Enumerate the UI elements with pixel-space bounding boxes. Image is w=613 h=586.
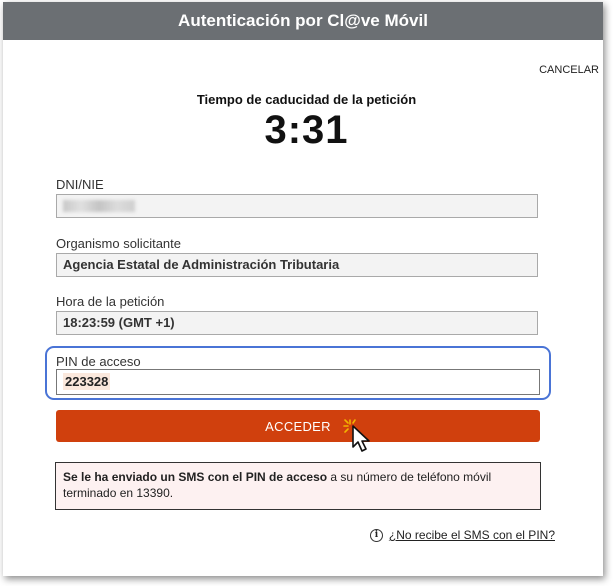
pin-input[interactable]: 223328 [56, 369, 540, 395]
acceder-label: ACCEDER [265, 418, 331, 434]
timer-value: 3:31 [264, 108, 349, 152]
timer-label: Tiempo de caducidad de la petición [196, 92, 417, 107]
acceder-button[interactable]: ACCEDER [56, 410, 540, 442]
window-title: Autenticación por Cl@ve Móvil [178, 11, 428, 30]
hora-field: 18:23:59 (GMT +1) [56, 311, 538, 335]
organismo-field: Agencia Estatal de Administración Tribut… [56, 253, 538, 277]
window-titlebar: Autenticación por Cl@ve Móvil [3, 2, 603, 40]
dni-field[interactable] [56, 194, 538, 218]
dni-label: DNI/NIE [56, 177, 104, 192]
info-icon: i [369, 528, 383, 542]
pointer-cursor-icon [343, 419, 370, 452]
hora-label: Hora de la petición [56, 294, 165, 309]
sms-notice-bold: Se le ha enviado un SMS con el PIN de ac… [63, 470, 328, 484]
cancel-link[interactable]: CANCELAR [539, 64, 599, 76]
sms-notice: Se le ha enviado un SMS con el PIN de ac… [55, 462, 541, 510]
help-sms-link[interactable]: i ¿No recibe el SMS con el PIN? [369, 528, 555, 542]
help-link-text[interactable]: ¿No recibe el SMS con el PIN? [389, 528, 555, 542]
organismo-label: Organismo solicitante [56, 236, 181, 251]
pin-value: 223328 [63, 373, 111, 390]
pin-label: PIN de acceso [56, 354, 141, 369]
redacted-value [63, 200, 135, 212]
